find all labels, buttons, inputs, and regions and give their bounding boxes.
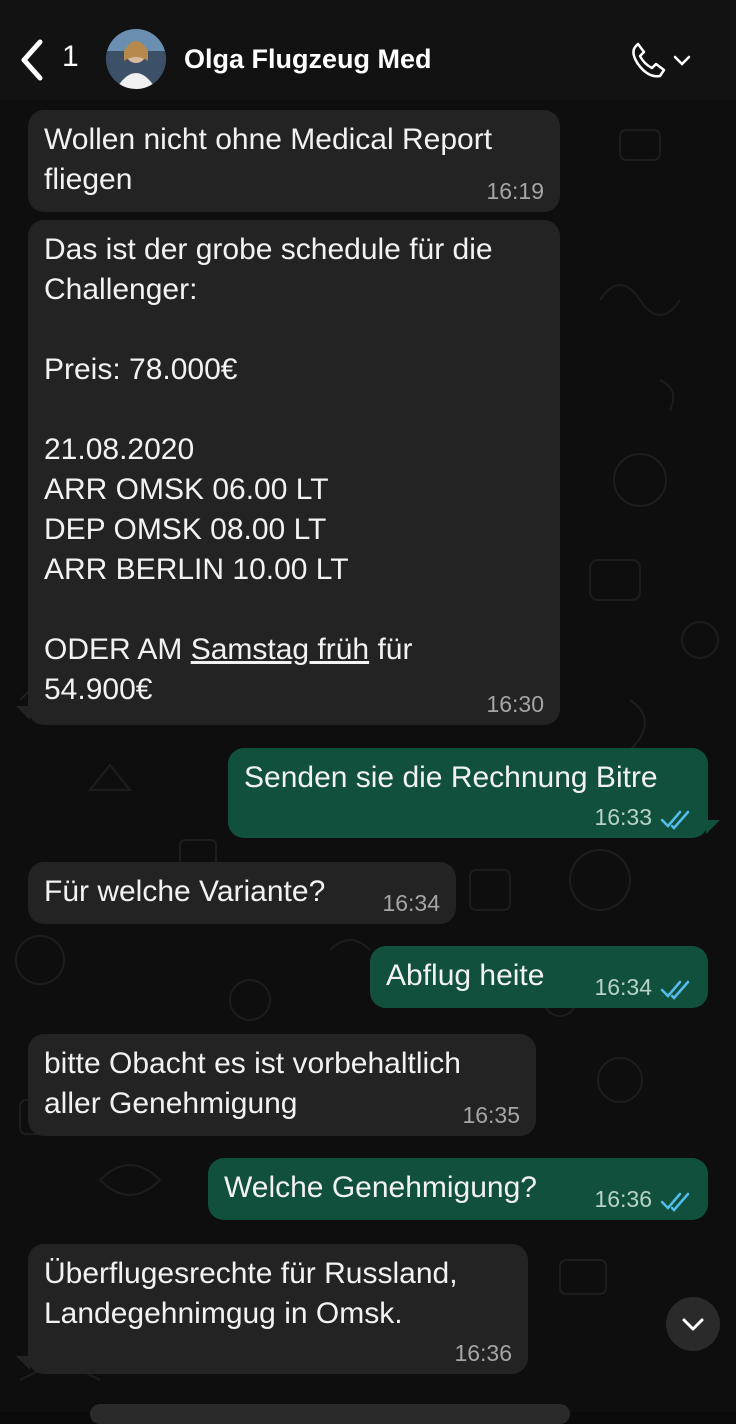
- double-check-icon: [660, 980, 690, 1000]
- incoming-message[interactable]: Wollen nicht ohne Medical Report fliegen…: [28, 110, 560, 212]
- message-text: Überflugesrechte für Russland, Landegehn…: [44, 1257, 458, 1330]
- outgoing-message[interactable]: Abflug heite 16:34: [370, 946, 708, 1008]
- message-time: 16:30: [486, 691, 544, 717]
- message-time: 16:33: [594, 804, 652, 830]
- message-input-bar[interactable]: [90, 1404, 570, 1424]
- back-button[interactable]: 1: [18, 38, 88, 82]
- message-time: 16:19: [486, 178, 544, 204]
- message-time: 16:36: [454, 1340, 512, 1366]
- date-link[interactable]: Samstag früh: [191, 633, 369, 666]
- bubble-tail: [706, 820, 720, 834]
- unread-count: 1: [62, 40, 79, 73]
- chevron-down-icon: [673, 55, 691, 66]
- incoming-message[interactable]: bitte Obacht es ist vorbehaltlich aller …: [28, 1034, 536, 1136]
- message-time: 16:36: [594, 1186, 652, 1212]
- message-time: 16:34: [594, 974, 652, 1000]
- message-text: bitte Obacht es ist vorbehaltlich aller …: [44, 1047, 461, 1120]
- message-text: Senden sie die Rechnung Bitre: [244, 761, 658, 794]
- back-chevron-icon: [21, 39, 43, 81]
- message-time: 16:35: [462, 1102, 520, 1128]
- incoming-message[interactable]: Das ist der grobe schedule für die Chall…: [28, 220, 560, 725]
- message-text: Das ist der grobe schedule für die Chall…: [44, 230, 493, 710]
- message-time: 16:34: [382, 890, 440, 916]
- avatar-image: [106, 29, 166, 89]
- contact-avatar[interactable]: [106, 29, 166, 89]
- bubble-tail: [16, 1356, 30, 1370]
- scroll-down-icon: [682, 1318, 704, 1331]
- incoming-message[interactable]: Für welche Variante? 16:34: [28, 862, 456, 924]
- contact-name[interactable]: Olga Flugzeug Med: [184, 44, 432, 75]
- chat-header: 1 Olga Flugzeug Med: [0, 0, 736, 100]
- double-check-icon: [660, 1192, 690, 1212]
- message-text: Für welche Variante?: [44, 875, 326, 908]
- outgoing-message[interactable]: Welche Genehmigung? 16:36: [208, 1158, 708, 1220]
- message-text: Welche Genehmigung?: [224, 1171, 537, 1204]
- message-text: Abflug heite: [386, 959, 545, 992]
- message-text: Wollen nicht ohne Medical Report fliegen: [44, 123, 493, 196]
- bubble-tail: [16, 706, 30, 720]
- scroll-to-bottom-button[interactable]: [666, 1297, 720, 1351]
- call-button[interactable]: [628, 40, 692, 80]
- message-text-part: Das ist der grobe schedule für die Chall…: [44, 233, 493, 666]
- outgoing-message[interactable]: Senden sie die Rechnung Bitre 16:33: [228, 748, 708, 838]
- incoming-message[interactable]: Überflugesrechte für Russland, Landegehn…: [28, 1244, 528, 1374]
- double-check-icon: [660, 810, 690, 830]
